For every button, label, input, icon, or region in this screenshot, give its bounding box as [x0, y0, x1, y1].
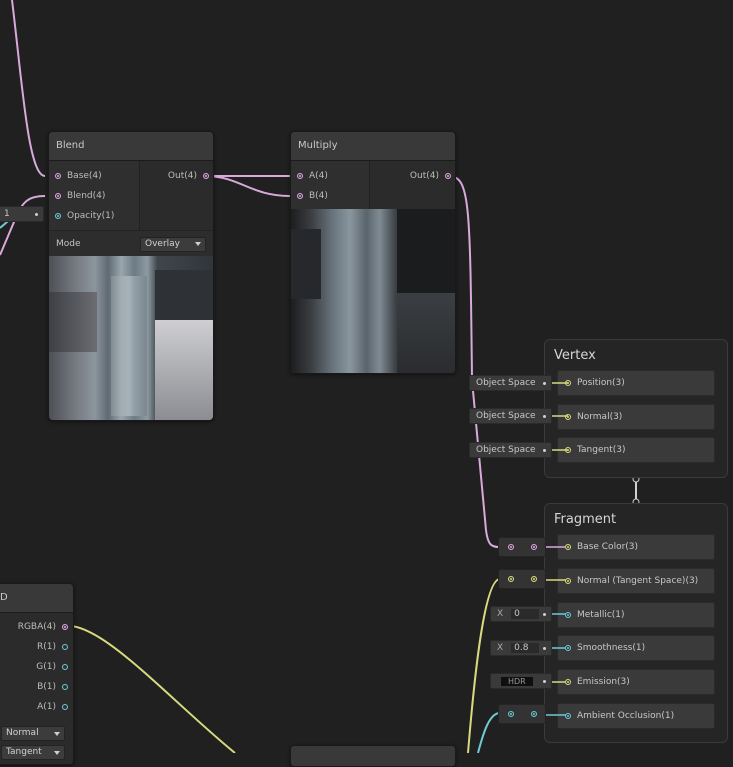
multiply-node-title: Multiply [291, 132, 455, 161]
base-color-connector[interactable] [498, 537, 546, 557]
output-a[interactable]: A(1) [0, 697, 73, 717]
multiply-outputs: Out(4) [369, 161, 455, 209]
sample-texture-outputs: RGBA(4) R(1) G(1) B(1) A(1) [0, 613, 73, 717]
output-g[interactable]: G(1) [0, 657, 73, 677]
wire-blend-to-multiply-b [204, 175, 291, 197]
blend-node[interactable]: Blend Base(4) Blend(4) Opacity(1) Out(4)… [48, 131, 214, 421]
multiply-inputs: A(4) B(4) [291, 161, 369, 209]
normal-space-field[interactable]: Object Space [469, 408, 552, 424]
fragment-block-metallic[interactable]: Metallic(1) [557, 602, 715, 628]
blend-node-title: Blend [49, 132, 213, 161]
blend-outputs: Out(4) [139, 161, 213, 230]
wire-top-to-base [11, 0, 46, 177]
metallic-field[interactable]: X 0 [490, 606, 552, 622]
output-b[interactable]: B(1) [0, 677, 73, 697]
position-space-field[interactable]: Object Space [469, 375, 552, 391]
offscreen-node[interactable] [290, 745, 456, 767]
vertex-context: Vertex Position(3) Normal(3) Tangent(3) [544, 339, 728, 478]
multiply-preview-image [291, 209, 455, 373]
emission-field[interactable]: HDR [490, 673, 552, 689]
sample-texture-title: D [0, 584, 73, 613]
blend-output-out[interactable]: Out(4) [140, 166, 213, 186]
smoothness-field[interactable]: X 0.8 [490, 640, 552, 656]
multiply-input-b[interactable]: B(4) [291, 186, 369, 206]
blend-mode-label: Mode [56, 239, 81, 249]
multiply-input-a[interactable]: A(4) [291, 166, 369, 186]
texture-type-dropdown[interactable]: Normal [1, 726, 65, 741]
vertex-title: Vertex [554, 348, 596, 363]
multiply-output-out[interactable]: Out(4) [370, 166, 455, 186]
blend-input-blend[interactable]: Blend(4) [49, 186, 139, 206]
blend-preview-image [49, 256, 213, 420]
ambient-occlusion-connector[interactable] [498, 704, 546, 724]
chevron-down-icon [54, 731, 60, 736]
tangent-space-field[interactable]: Object Space [469, 442, 552, 458]
vertex-block-position[interactable]: Position(3) [557, 370, 715, 396]
blend-mode-dropdown[interactable]: Overlay [140, 236, 206, 252]
fragment-context: Fragment Base Color(3) Normal (Tangent S… [544, 503, 728, 743]
fragment-block-smoothness[interactable]: Smoothness(1) [557, 635, 715, 661]
fragment-block-emission[interactable]: Emission(3) [557, 669, 715, 695]
fragment-block-base-color[interactable]: Base Color(3) [557, 534, 715, 560]
fragment-block-normal[interactable]: Normal (Tangent Space)(3) [557, 568, 715, 594]
output-r[interactable]: R(1) [0, 637, 73, 657]
vertex-block-tangent[interactable]: Tangent(3) [557, 437, 715, 463]
wire-ao-connector [477, 712, 501, 753]
fragment-title: Fragment [554, 512, 617, 527]
blend-mode-row: Mode Overlay [49, 230, 213, 257]
wire-blend-input [0, 195, 46, 256]
vertex-block-normal[interactable]: Normal(3) [557, 404, 715, 430]
fragment-block-ambient-occlusion[interactable]: Ambient Occlusion(1) [557, 703, 715, 729]
normal-connector[interactable] [498, 569, 546, 589]
blend-input-base[interactable]: Base(4) [49, 166, 139, 186]
chevron-down-icon [195, 242, 201, 246]
blend-inputs: Base(4) Blend(4) Opacity(1) [49, 161, 139, 230]
multiply-node[interactable]: Multiply A(4) B(4) Out(4) [290, 131, 456, 374]
sample-texture-node[interactable]: D RGBA(4) R(1) G(1) B(1) A(1) Normal Tan… [0, 583, 74, 765]
wire-rgba-to-normal [63, 624, 236, 753]
blend-input-opacity[interactable]: Opacity(1) [49, 206, 139, 226]
opacity-value-field[interactable]: 1 [0, 206, 44, 222]
output-rgba[interactable]: RGBA(4) [0, 617, 73, 637]
